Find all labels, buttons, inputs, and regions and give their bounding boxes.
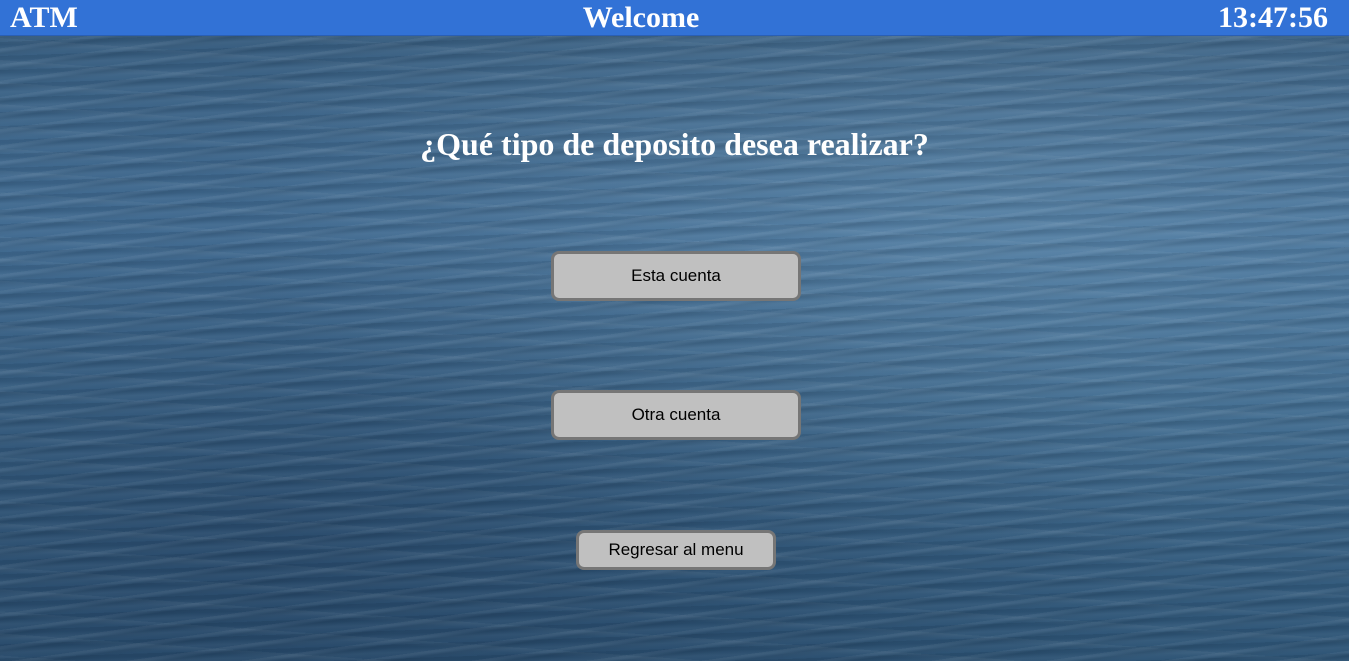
this-account-button[interactable]: Esta cuenta: [551, 251, 801, 301]
clock: 13:47:56: [1218, 1, 1328, 34]
page-title: Welcome: [582, 1, 700, 34]
header-bar: ATM Welcome 13:47:56: [0, 0, 1349, 36]
other-account-button[interactable]: Otra cuenta: [551, 390, 801, 440]
deposit-type-question: ¿Qué tipo de deposito desea realizar?: [420, 126, 929, 162]
back-to-menu-button[interactable]: Regresar al menu: [576, 530, 776, 570]
